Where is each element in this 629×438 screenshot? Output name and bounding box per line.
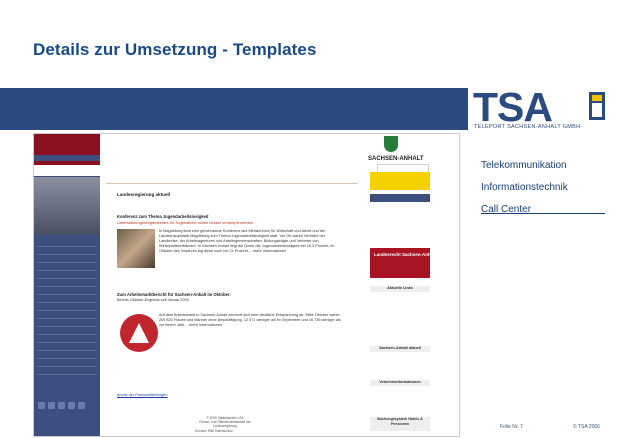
slide: Details zur Umsetzung - Templates TSA TE… <box>0 0 629 438</box>
booking-box[interactable]: Buchungssystem Hotels & Pensionen <box>370 417 430 431</box>
sidebar-photo <box>34 177 100 235</box>
tsa-flag-icon <box>589 92 605 120</box>
help-icon[interactable] <box>78 402 85 409</box>
sidebar-item[interactable] <box>37 362 97 367</box>
news2-subtitle: Bereits Oktober-Ergebnis seit Januar 200… <box>117 298 189 302</box>
arbeitsagentur-logo-icon <box>120 314 158 352</box>
divider <box>481 213 605 214</box>
search-icon[interactable] <box>68 402 75 409</box>
sidebar-item[interactable] <box>37 354 97 359</box>
news1-photo <box>117 229 155 268</box>
content-heading: Landesregierung aktuell <box>117 192 171 197</box>
state-name: SACHSEN-ANHALT <box>368 156 424 162</box>
search-bar[interactable] <box>370 194 430 202</box>
sidebar-item[interactable] <box>37 274 97 279</box>
contact-info <box>370 208 430 238</box>
sidebar-item[interactable] <box>37 322 97 327</box>
tsa-logo-subtitle: TELEPORT SACHSEN-ANHALT GMBH <box>474 124 581 130</box>
content-footer: © 2005 Staatskanzlei LSA Presse- und Öff… <box>190 416 260 428</box>
sidebar-item[interactable] <box>37 266 97 271</box>
news2-text: Auf dem Arbeitsmarkt in Sachsen-Anhalt z… <box>159 313 341 327</box>
news1-title: Konferenz zum Thema Jugendarbeitslosigke… <box>117 214 209 219</box>
link-informationstechnik[interactable]: Informationstechnik <box>481 177 568 199</box>
website-main-content: Landesregierung aktuell Konferenz zum Th… <box>100 134 360 436</box>
news2-title: Zum Arbeitsmarktbericht für Sachsen-Anha… <box>117 292 231 297</box>
section-header-1: Aktuelle Links <box>370 286 430 292</box>
sidebar-red-header <box>34 134 100 155</box>
website-sidebar <box>34 134 100 436</box>
sidebar-item[interactable] <box>37 338 97 343</box>
nav-divider <box>106 183 358 184</box>
news1-text: In Magdeburg fand eine gemeinsame Konfer… <box>159 229 335 253</box>
yellow-banner-2[interactable] <box>370 180 430 190</box>
sidebar-item[interactable] <box>37 242 97 247</box>
sidebar-item[interactable] <box>37 306 97 311</box>
state-crest-icon <box>384 136 398 152</box>
sidebar-item[interactable] <box>37 346 97 351</box>
link-telekommunikation[interactable]: Telekommunikation <box>481 155 568 177</box>
yellow-banner[interactable] <box>370 172 430 180</box>
mail-icon[interactable] <box>58 402 65 409</box>
sidebar-item[interactable] <box>37 314 97 319</box>
news1-subtitle: Unterstützungsmöglichkeiten für Jugendli… <box>117 220 254 225</box>
website-screenshot: Landesregierung aktuell Konferenz zum Th… <box>33 133 460 437</box>
sidebar-icon-row <box>38 396 98 409</box>
footer-line-2: Presse- und Öffentlichkeitsarbeit der La… <box>199 420 251 428</box>
footer-links[interactable]: Drucken Hilfe Datenschutz <box>195 429 233 433</box>
sidebar-item[interactable] <box>37 290 97 295</box>
sidebar-item[interactable] <box>37 330 97 335</box>
section-header-2: Sachsen-Anhalt aktuell <box>370 346 430 352</box>
sidebar-item[interactable] <box>37 258 97 263</box>
link-call-center[interactable]: Call Center <box>481 199 568 221</box>
sidebar-item[interactable] <box>37 370 97 375</box>
home-icon[interactable] <box>38 402 45 409</box>
sidebar-active-item <box>34 165 100 176</box>
archive-link[interactable]: Archiv der Pressemitteilungen <box>117 393 167 397</box>
slide-number: Folie Nr. 7 <box>500 424 523 430</box>
print-icon[interactable] <box>48 402 55 409</box>
sidebar-item[interactable] <box>37 282 97 287</box>
service-links: Telekommunikation Informationstechnik Ca… <box>481 155 568 221</box>
copyright: © TSA 2006 <box>573 424 600 430</box>
section-header-3: Verkehrsinformationen <box>370 380 430 386</box>
sidebar-item[interactable] <box>37 250 97 255</box>
slide-title: Details zur Umsetzung - Templates <box>33 40 317 59</box>
landesrecht-title: Landesrecht Sachsen-Anhalt <box>374 252 437 257</box>
sidebar-item[interactable] <box>37 298 97 303</box>
